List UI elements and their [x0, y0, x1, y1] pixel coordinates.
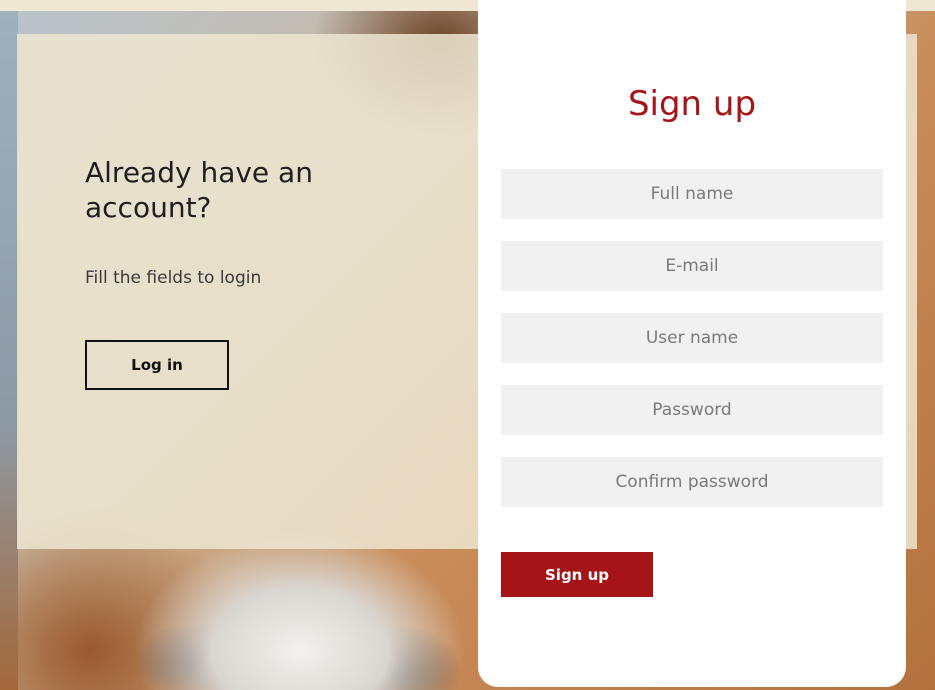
email-field[interactable] [501, 241, 883, 291]
password-field[interactable] [501, 385, 883, 435]
full-name-field[interactable] [501, 169, 883, 219]
confirm-password-field[interactable] [501, 457, 883, 507]
signup-title: Sign up [627, 84, 757, 124]
signup-button[interactable]: Sign up [501, 552, 653, 597]
login-prompt: Already have an account? Fill the fields… [85, 155, 415, 288]
background-photo-edge [0, 11, 18, 690]
login-subtitle: Fill the fields to login [85, 268, 262, 288]
login-button[interactable]: Log in [85, 340, 229, 390]
signup-page: Already have an account? Fill the fields… [0, 0, 935, 690]
username-field[interactable] [501, 313, 883, 363]
login-title: Already have an account? [85, 156, 313, 224]
